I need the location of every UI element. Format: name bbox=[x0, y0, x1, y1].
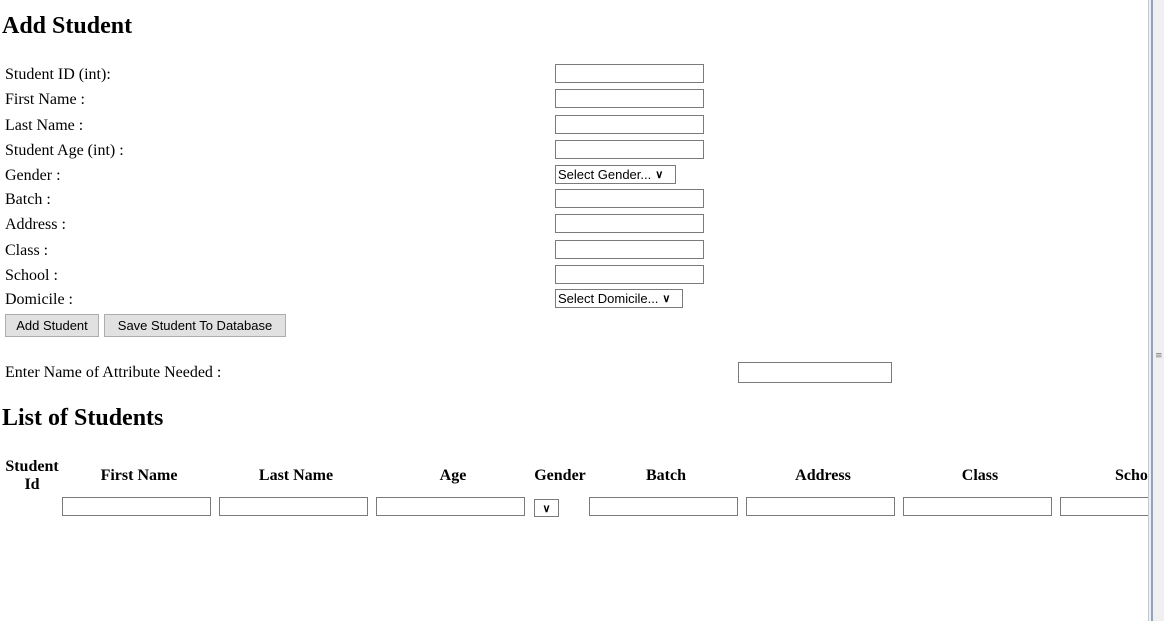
add-student-button[interactable]: Add Student bbox=[5, 314, 99, 337]
address-input[interactable] bbox=[555, 214, 704, 233]
add-student-heading: Add Student bbox=[2, 13, 133, 39]
form-row-domicile: Domicile : Select Domicile... ∨ bbox=[5, 289, 1105, 311]
page: Add Student Student ID (int): First Name… bbox=[0, 0, 1148, 621]
student-age-input[interactable] bbox=[555, 140, 704, 159]
gender-select[interactable]: Select Gender... ∨ bbox=[555, 165, 676, 184]
column-header-student-id: Student Id bbox=[5, 458, 59, 493]
column-header-age: Age bbox=[439, 467, 467, 484]
column-header-address: Address bbox=[795, 467, 851, 484]
class-label: Class : bbox=[5, 242, 49, 259]
last-name-input[interactable] bbox=[555, 115, 704, 134]
attribute-label: Enter Name of Attribute Needed : bbox=[5, 364, 222, 381]
save-student-to-database-button[interactable]: Save Student To Database bbox=[104, 314, 286, 337]
class-input[interactable] bbox=[555, 240, 704, 259]
form-row-batch: Batch : bbox=[5, 189, 1105, 211]
filter-class-input[interactable] bbox=[903, 497, 1052, 516]
school-label: School : bbox=[5, 267, 58, 284]
filter-address-input[interactable] bbox=[746, 497, 895, 516]
form-row-first-name: First Name : bbox=[5, 89, 1105, 111]
student-age-label: Student Age (int) : bbox=[5, 142, 124, 159]
column-header-gender: Gender bbox=[534, 467, 586, 484]
filter-age-input[interactable] bbox=[376, 497, 525, 516]
student-id-input[interactable] bbox=[555, 64, 704, 83]
school-input[interactable] bbox=[555, 265, 704, 284]
column-header-last-name: Last Name bbox=[258, 467, 334, 484]
column-header-class: Class bbox=[961, 467, 999, 484]
scrollbar-edge bbox=[1151, 0, 1153, 621]
first-name-label: First Name : bbox=[5, 91, 85, 108]
batch-input[interactable] bbox=[555, 189, 704, 208]
form-row-address: Address : bbox=[5, 214, 1105, 236]
gender-label: Gender : bbox=[5, 167, 61, 184]
form-row-school: School : bbox=[5, 265, 1105, 287]
attribute-input[interactable] bbox=[738, 362, 892, 383]
column-header-first-name: First Name bbox=[100, 467, 178, 484]
student-id-label: Student ID (int): bbox=[5, 66, 111, 83]
filter-first-name-input[interactable] bbox=[62, 497, 211, 516]
form-row-student-id: Student ID (int): bbox=[5, 64, 1105, 86]
filter-gender-select[interactable]: ∨ bbox=[534, 499, 559, 517]
gender-select-value: Select Gender... bbox=[558, 167, 652, 182]
vertical-scrollbar[interactable]: ≡ bbox=[1148, 0, 1164, 621]
form-row-gender: Gender : Select Gender... ∨ bbox=[5, 165, 1105, 187]
domicile-label: Domicile : bbox=[5, 291, 73, 308]
scrollbar-grip-icon[interactable]: ≡ bbox=[1155, 352, 1163, 361]
last-name-label: Last Name : bbox=[5, 117, 84, 134]
address-label: Address : bbox=[5, 216, 66, 233]
chevron-down-icon: ∨ bbox=[542, 502, 551, 515]
form-row-last-name: Last Name : bbox=[5, 115, 1105, 137]
filter-batch-input[interactable] bbox=[589, 497, 738, 516]
form-row-class: Class : bbox=[5, 240, 1105, 262]
form-row-student-age: Student Age (int) : bbox=[5, 140, 1105, 162]
first-name-input[interactable] bbox=[555, 89, 704, 108]
domicile-select[interactable]: Select Domicile... ∨ bbox=[555, 289, 683, 308]
chevron-down-icon: ∨ bbox=[662, 293, 671, 305]
chevron-down-icon: ∨ bbox=[655, 169, 664, 181]
column-header-school: Scho bbox=[1115, 467, 1148, 484]
batch-label: Batch : bbox=[5, 191, 51, 208]
list-of-students-heading: List of Students bbox=[2, 405, 164, 431]
filter-school-input[interactable] bbox=[1060, 497, 1148, 516]
filter-last-name-input[interactable] bbox=[219, 497, 368, 516]
column-header-batch: Batch bbox=[646, 467, 686, 484]
domicile-select-value: Select Domicile... bbox=[558, 291, 659, 306]
